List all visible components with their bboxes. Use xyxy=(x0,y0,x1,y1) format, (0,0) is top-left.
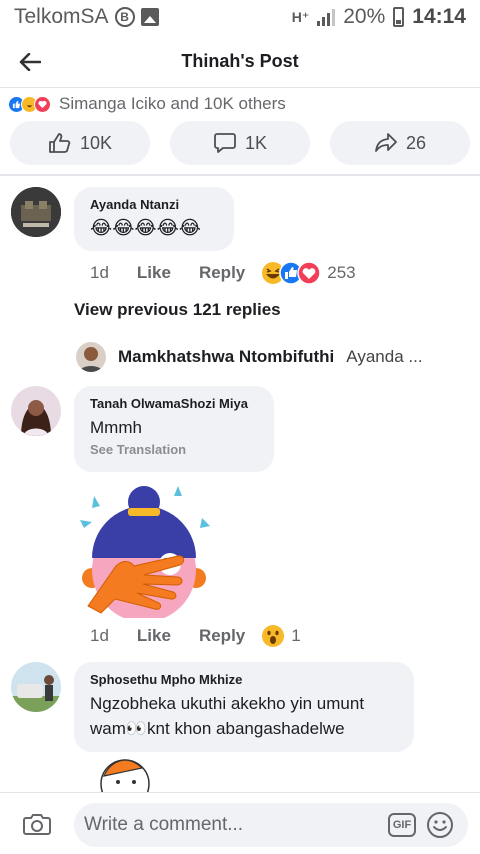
comment-bubble[interactable]: Ayanda Ntanzi 😂😂😂😂😂 xyxy=(74,187,234,251)
avatar xyxy=(76,342,106,372)
b-icon: B xyxy=(114,7,135,27)
comment-button[interactable]: 1K xyxy=(170,121,310,165)
reaction-icons xyxy=(8,95,51,113)
thumbs-up-icon xyxy=(49,133,71,153)
view-previous-replies[interactable]: View previous 121 replies xyxy=(74,300,281,320)
gif-button[interactable]: GIF xyxy=(388,813,416,837)
avatar[interactable] xyxy=(11,662,61,712)
back-arrow-icon xyxy=(19,52,41,71)
love-reaction-icon xyxy=(34,95,51,113)
comment-text: Mmmh xyxy=(90,418,142,437)
wow-reaction-icon[interactable] xyxy=(261,624,285,648)
comment-text-line: Ngzobheka ukuthi akekho yin umunt xyxy=(90,694,365,713)
battery-percent: 20% xyxy=(343,5,386,28)
reaction-summary-text: Simanga Iciko and 10K others xyxy=(59,94,286,113)
comment-time: 1d xyxy=(90,626,109,645)
share-icon xyxy=(375,133,397,152)
avatar[interactable] xyxy=(11,386,61,436)
avatar-image xyxy=(11,386,61,436)
facepalm-sticker xyxy=(80,486,210,618)
camera-icon xyxy=(23,813,51,835)
comment-bubble[interactable]: Tanah OlwamaShozi Miya Mmmh See Translat… xyxy=(74,386,274,472)
comment-input[interactable]: Write a comment... GIF xyxy=(74,803,468,847)
like-button[interactable]: 10K xyxy=(10,121,150,165)
status-bar: TelkomSA B H⁺ 20% 14:14 xyxy=(0,0,480,34)
camera-button[interactable] xyxy=(0,812,74,836)
comment-author[interactable]: Sphosethu Mpho Mkhize xyxy=(90,672,398,687)
comment-bubble[interactable]: Sphosethu Mpho Mkhize Ngzobheka ukuthi a… xyxy=(74,662,414,752)
comment-text: Ngzobheka ukuthi akekho yin umunt wam👀kn… xyxy=(90,691,398,741)
avatar-image xyxy=(11,187,61,237)
carrier-name: TelkomSA xyxy=(14,5,109,28)
comment-text-line: wam👀knt khon abangashadelwe xyxy=(90,719,345,738)
divider xyxy=(0,174,480,176)
avatar[interactable] xyxy=(11,187,61,237)
comment-count: 1K xyxy=(244,132,268,153)
comment-like-button[interactable]: Like xyxy=(137,263,171,283)
comment-author[interactable]: Ayanda Ntanzi xyxy=(90,197,218,212)
reaction-summary[interactable]: Simanga Iciko and 10K others xyxy=(8,94,286,114)
comment-author[interactable]: Tanah OlwamaShozi Miya xyxy=(90,396,258,411)
post-header: Thinah's Post xyxy=(0,36,480,88)
network-type: H⁺ xyxy=(291,8,310,25)
comment-composer: Write a comment... GIF xyxy=(0,792,480,854)
comment-reply-button[interactable]: Reply xyxy=(199,626,245,646)
comment-reply-button[interactable]: Reply xyxy=(199,263,245,283)
comment-text: 😂😂😂😂😂 xyxy=(90,218,202,239)
page-title: Thinah's Post xyxy=(181,51,299,71)
comment-meta: 1d Like Reply 1 xyxy=(90,624,301,648)
reaction-count: 253 xyxy=(327,263,356,282)
post-actions: 10K 1K 26 xyxy=(10,121,470,165)
clock: 14:14 xyxy=(412,5,466,28)
cat-sticker xyxy=(100,759,150,792)
share-count: 26 xyxy=(405,132,427,153)
avatar-image xyxy=(11,662,61,712)
like-count: 10K xyxy=(79,132,113,153)
comment-meta: 1d Like Reply 253 xyxy=(90,261,356,285)
comment-icon xyxy=(214,133,236,153)
comment-time: 1d xyxy=(90,263,109,282)
gallery-icon xyxy=(140,8,159,26)
comment-like-button[interactable]: Like xyxy=(137,626,171,646)
reply-preview[interactable]: Mamkhatshwa Ntombifuthi Ayanda ... xyxy=(76,342,423,372)
emoji-icon[interactable] xyxy=(426,811,454,839)
love-reaction-icon xyxy=(297,261,321,285)
comment-reactions[interactable] xyxy=(261,261,321,285)
comment-placeholder: Write a comment... xyxy=(84,814,244,835)
reaction-count: 1 xyxy=(291,626,301,645)
back-button[interactable] xyxy=(0,36,60,88)
signal-icon xyxy=(317,8,336,26)
share-button[interactable]: 26 xyxy=(330,121,470,165)
reply-snippet: Ayanda ... xyxy=(346,347,423,366)
battery-icon xyxy=(393,7,405,27)
see-translation-link[interactable]: See Translation xyxy=(90,442,258,457)
reply-author: Mamkhatshwa Ntombifuthi xyxy=(118,347,335,366)
